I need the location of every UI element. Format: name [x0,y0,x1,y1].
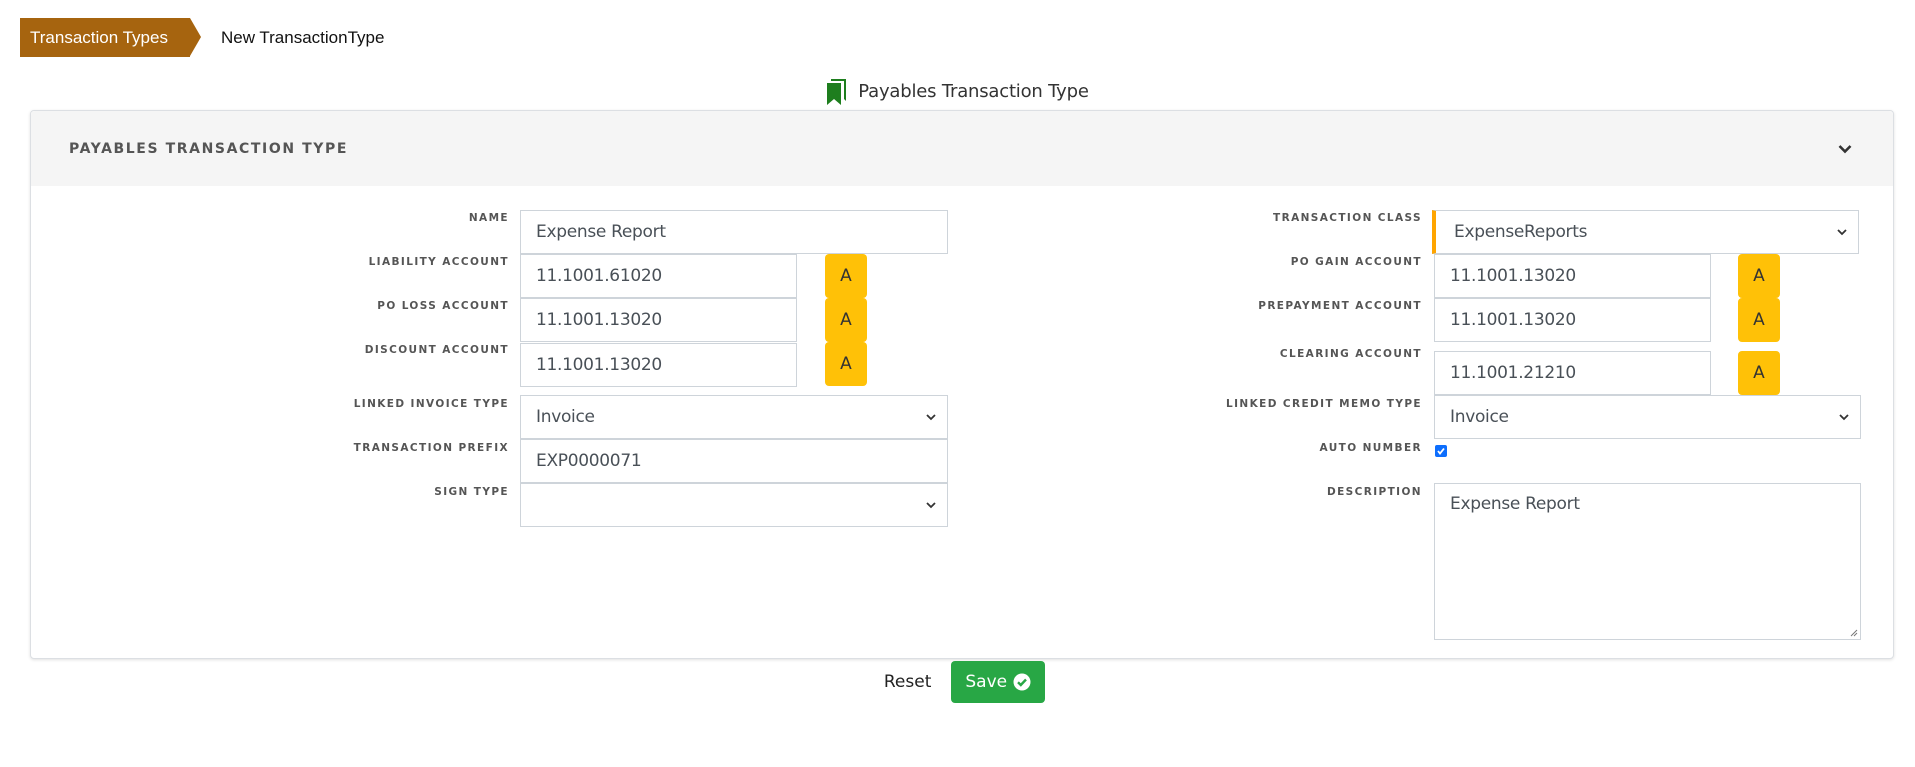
prepayment-account-lookup-button[interactable]: A [1738,298,1780,342]
breadcrumb-current: New TransactionType [220,27,385,47]
chevron-down-icon [926,414,936,421]
prepayment-account-label: PREPAYMENT ACCOUNT [1258,300,1422,312]
transaction-class-value: ExpenseReports [1454,222,1588,242]
po-loss-account-lookup-button[interactable]: A [825,298,867,342]
transaction-prefix-value: EXP0000071 [536,451,642,471]
linked-credit-memo-type-select[interactable]: Invoice [1434,395,1861,439]
panel-title: PAYABLES TRANSACTION TYPE [69,140,349,157]
bookmark-icon [827,79,847,105]
prepayment-account-value: 11.1001.13020 [1450,310,1576,330]
description-label: DESCRIPTION [1326,486,1422,498]
po-loss-account-label: PO LOSS ACCOUNT [377,300,509,312]
resize-grip-icon[interactable] [1848,627,1858,637]
liability-account-label: LIABILITY ACCOUNT [368,256,509,268]
page-heading: Payables Transaction Type [0,78,1915,105]
po-gain-account-label: PO GAIN ACCOUNT [1290,256,1422,268]
discount-account-label: DISCOUNT ACCOUNT [364,344,509,356]
linked-invoice-type-value: Invoice [536,407,595,427]
discount-account-input[interactable]: 11.1001.13020 [520,343,797,387]
collapse-button[interactable] [1835,139,1855,159]
save-label: Save [965,672,1008,692]
lookup-button-label: A [1753,266,1765,286]
clearing-account-lookup-button[interactable]: A [1738,351,1780,395]
linked-credit-memo-type-label: LINKED CREDIT MEMO TYPE [1226,398,1422,410]
transaction-class-select[interactable]: ExpenseReports [1432,210,1859,254]
page-title: Payables Transaction Type [858,80,1089,102]
po-gain-account-lookup-button[interactable]: A [1738,254,1780,298]
po-gain-account-input[interactable]: 11.1001.13020 [1434,254,1711,298]
breadcrumb: Transaction Types New TransactionType [20,18,384,57]
linked-invoice-type-select[interactable]: Invoice [520,395,948,439]
description-textarea[interactable]: Expense Report [1434,483,1861,640]
linked-credit-memo-type-value: Invoice [1450,407,1509,427]
transaction-prefix-input[interactable]: EXP0000071 [520,439,948,483]
liability-account-lookup-button[interactable]: A [825,254,867,298]
lookup-button-label: A [1753,310,1765,330]
sign-type-select[interactable] [520,483,948,527]
sign-type-label: SIGN TYPE [434,486,509,498]
lookup-button-label: A [840,310,852,330]
po-gain-account-value: 11.1001.13020 [1450,266,1576,286]
po-loss-account-value: 11.1001.13020 [536,310,662,330]
chevron-down-icon [1837,229,1847,236]
auto-number-checkbox[interactable] [1435,445,1447,457]
lookup-button-label: A [840,354,852,374]
name-value: Expense Report [536,222,666,242]
lookup-button-label: A [840,266,852,286]
description-value: Expense Report [1450,494,1580,514]
prepayment-account-input[interactable]: 11.1001.13020 [1434,298,1711,342]
panel-header: PAYABLES TRANSACTION TYPE [31,111,1893,186]
chevron-down-icon [1839,414,1849,421]
transaction-class-label: TRANSACTION CLASS [1273,212,1422,224]
clearing-account-label: CLEARING ACCOUNT [1279,348,1422,360]
transaction-type-panel: PAYABLES TRANSACTION TYPE NAME Expense R… [30,110,1894,659]
linked-invoice-type-label: LINKED INVOICE TYPE [353,398,509,410]
name-input[interactable]: Expense Report [520,210,948,254]
liability-account-value: 11.1001.61020 [536,266,662,286]
chevron-down-icon [926,502,936,509]
clearing-account-input[interactable]: 11.1001.21210 [1434,351,1711,395]
save-button[interactable]: Save [951,661,1046,703]
discount-account-lookup-button[interactable]: A [825,342,867,386]
po-loss-account-input[interactable]: 11.1001.13020 [520,298,797,342]
reset-button[interactable]: Reset [870,664,946,700]
discount-account-value: 11.1001.13020 [536,355,662,375]
breadcrumb-transaction-types[interactable]: Transaction Types [20,18,201,57]
clearing-account-value: 11.1001.21210 [1450,363,1576,383]
form-actions: Reset Save [0,661,1915,703]
auto-number-label: AUTO NUMBER [1319,442,1422,454]
name-label: NAME [468,212,509,224]
checkmark-icon [1437,447,1445,455]
transaction-prefix-label: TRANSACTION PREFIX [353,442,509,454]
breadcrumb-parent-label: Transaction Types [30,27,168,47]
check-circle-icon [1013,673,1031,691]
chevron-down-icon [1838,144,1852,153]
lookup-button-label: A [1753,363,1765,383]
liability-account-input[interactable]: 11.1001.61020 [520,254,797,298]
